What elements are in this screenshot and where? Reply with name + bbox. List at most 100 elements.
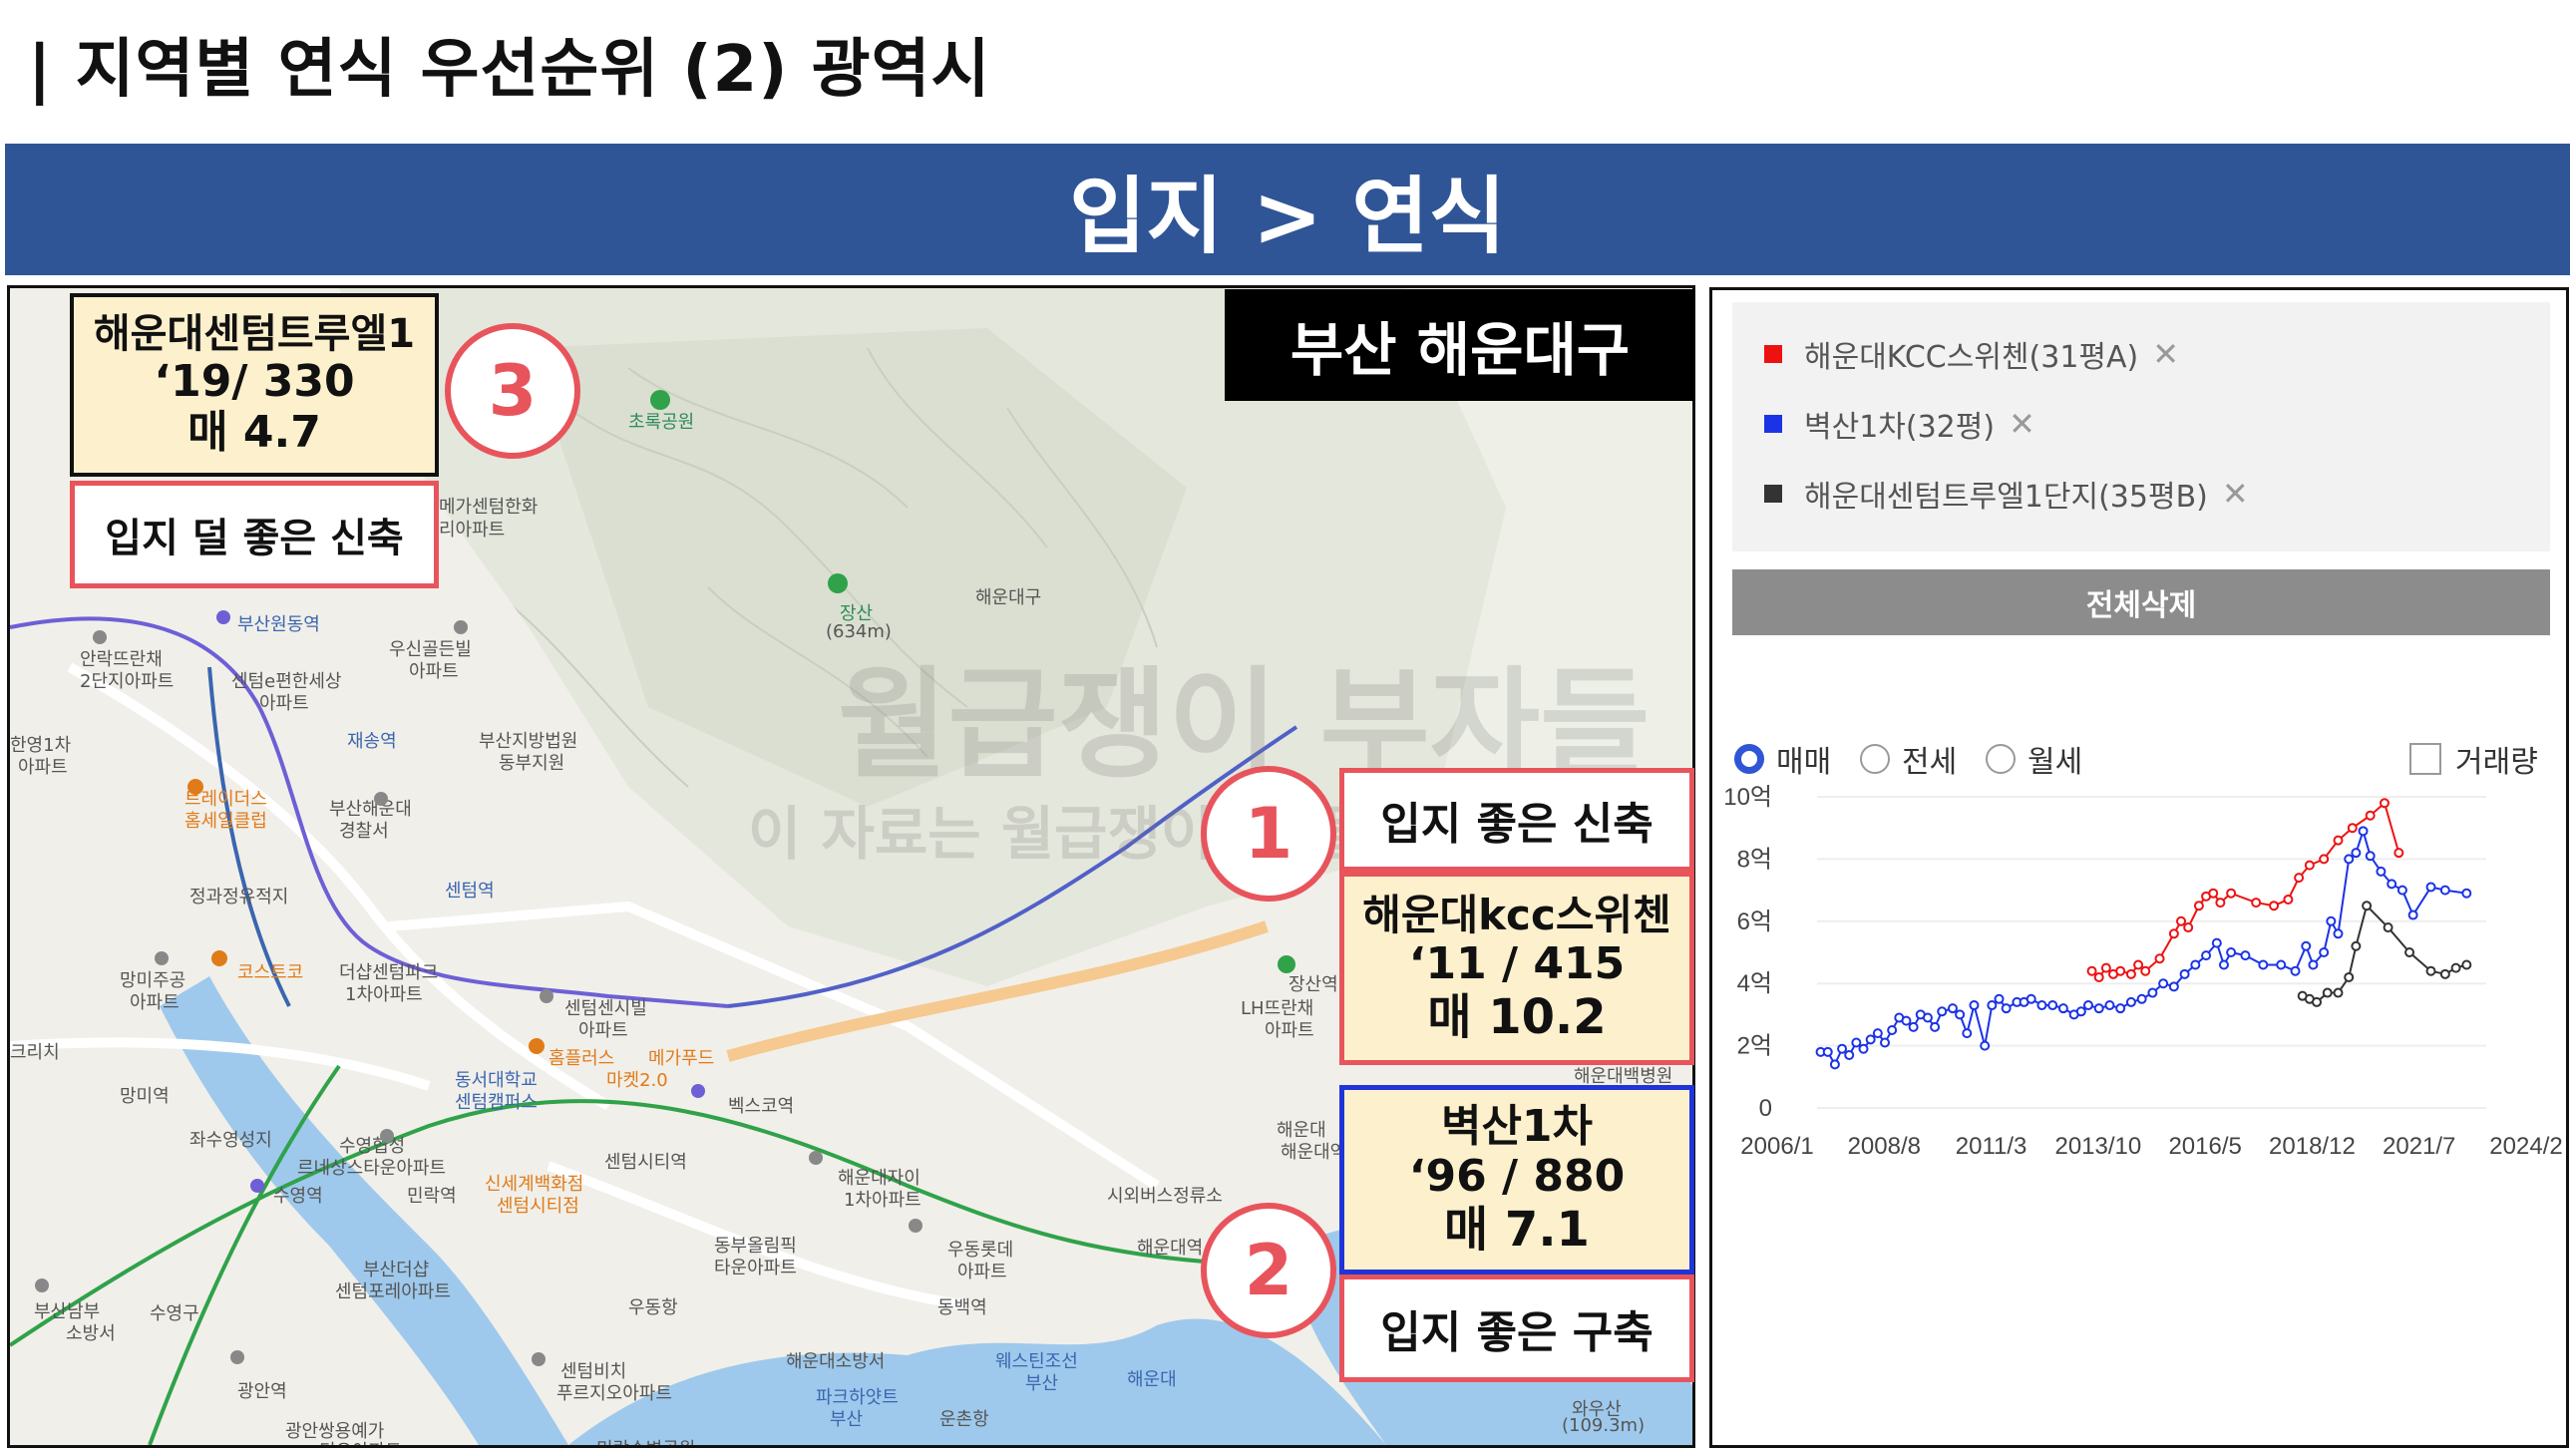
data-point [2376, 866, 2387, 877]
data-point [1837, 1043, 1848, 1054]
data-point [1865, 1034, 1876, 1045]
data-point [2326, 915, 2337, 926]
data-point [1922, 1012, 1933, 1023]
data-point [2380, 798, 2391, 809]
data-point [2158, 978, 2169, 989]
data-point [2344, 854, 2355, 865]
complex-spec: ‘11 / 415 [1408, 938, 1626, 990]
data-point [2086, 965, 2097, 976]
x-tick-label: 2024/2 [2489, 1133, 2562, 1160]
data-point [2347, 823, 2358, 834]
data-point [2093, 1003, 2104, 1014]
data-point [1930, 1021, 1941, 1032]
data-point [2168, 981, 2179, 992]
location-label-3: 입지 덜 좋은 신축 [70, 481, 439, 588]
data-point [1962, 1028, 1973, 1039]
data-point [1908, 1021, 1919, 1032]
x-tick-label: 2013/10 [2054, 1133, 2141, 1160]
data-point [2362, 901, 2373, 911]
data-point [2218, 959, 2229, 970]
data-point [2075, 1006, 2086, 1017]
complex-card-byeoksan1: 벽산1차 ‘96 / 880 매 7.1 [1339, 1085, 1694, 1274]
data-point [2383, 922, 2393, 933]
data-point [2226, 947, 2237, 957]
data-point [2344, 971, 2355, 982]
data-point [1858, 1043, 1869, 1054]
x-tick-label: 2006/1 [1740, 1133, 1813, 1160]
data-point [2407, 910, 2418, 920]
data-point [2294, 873, 2305, 884]
data-point [2396, 885, 2407, 896]
data-point [2461, 888, 2472, 899]
complex-spec: ‘19/ 330 [154, 356, 355, 408]
complex-price: 매 10.2 [1427, 988, 1607, 1045]
data-point [1872, 1028, 1883, 1039]
data-point [2301, 940, 2312, 951]
data-point [2036, 1000, 2047, 1011]
data-point [2351, 848, 2362, 859]
data-point [2393, 848, 2404, 859]
data-point [2387, 879, 2397, 890]
location-label-1: 입지 좋은 신축 [1339, 768, 1694, 872]
data-point [1980, 1040, 1991, 1051]
data-point [2404, 947, 2415, 957]
complex-spec: ‘96 / 880 [1408, 1151, 1626, 1203]
data-point [1879, 1037, 1890, 1048]
data-point [2100, 962, 2111, 973]
data-point [2115, 965, 2126, 976]
data-point [1937, 1006, 1948, 1017]
data-point [2179, 968, 2190, 979]
y-tick-label: 8억 [1737, 846, 1772, 873]
data-point [2333, 987, 2344, 998]
complex-card-centum-truel: 해운대센텀트루엘1 ‘19/ 330 매 4.7 [70, 293, 439, 477]
data-point [2125, 996, 2136, 1007]
data-point [1969, 1000, 1980, 1011]
rank-badge-3: 3 [445, 323, 580, 459]
data-point [2365, 851, 2376, 862]
data-point [2125, 968, 2136, 979]
data-point [2104, 1000, 2115, 1011]
y-tick-label: 10억 [1723, 784, 1772, 811]
data-point [2047, 1000, 2058, 1011]
section-banner: 입지 > 연식 [5, 144, 2570, 275]
data-point [2001, 1003, 2012, 1014]
data-point [2425, 965, 2436, 976]
complex-price: 매 7.1 [1444, 1202, 1590, 1258]
data-point [2450, 962, 2461, 973]
rank-badge-1: 1 [1201, 766, 1336, 902]
complex-name: 벽산1차 [1440, 1100, 1594, 1152]
y-tick-label: 0 [1759, 1095, 1772, 1122]
data-point [2351, 940, 2362, 951]
data-point [1844, 1049, 1855, 1060]
data-point [2147, 987, 2158, 998]
data-point [2168, 928, 2179, 939]
x-tick-label: 2018/12 [2269, 1133, 2356, 1160]
data-point [2201, 950, 2212, 961]
data-point [2154, 953, 2165, 964]
y-tick-label: 2억 [1737, 1033, 1772, 1060]
data-point [2140, 965, 2151, 976]
data-point [2461, 959, 2472, 970]
data-point [2208, 888, 2219, 899]
complex-price: 매 4.7 [187, 407, 321, 458]
data-point [2333, 928, 2344, 939]
data-point [2358, 826, 2369, 837]
data-point [1901, 1015, 1912, 1026]
data-point [2258, 959, 2269, 970]
region-tag: 부산 해운대구 [1225, 289, 1695, 401]
data-point [2251, 898, 2262, 909]
data-point [2276, 959, 2287, 970]
data-point [2226, 888, 2237, 899]
data-point [2093, 971, 2104, 982]
location-label-2: 입지 좋은 구축 [1339, 1274, 1694, 1382]
x-tick-label: 2008/8 [1848, 1133, 1921, 1160]
data-point [1947, 1003, 1958, 1014]
x-tick-label: 2021/7 [2383, 1133, 2455, 1160]
data-point [2322, 987, 2333, 998]
rank-badge-2: 2 [1201, 1203, 1336, 1338]
data-point [2319, 854, 2330, 865]
data-point [2025, 993, 2036, 1004]
price-chart[interactable]: 0 2억 4억 6억 8억 10억 2006/1 2008/8 2011/3 2013/10 201… [1712, 290, 2566, 1445]
data-point [2190, 959, 2201, 970]
data-point [2269, 901, 2280, 911]
